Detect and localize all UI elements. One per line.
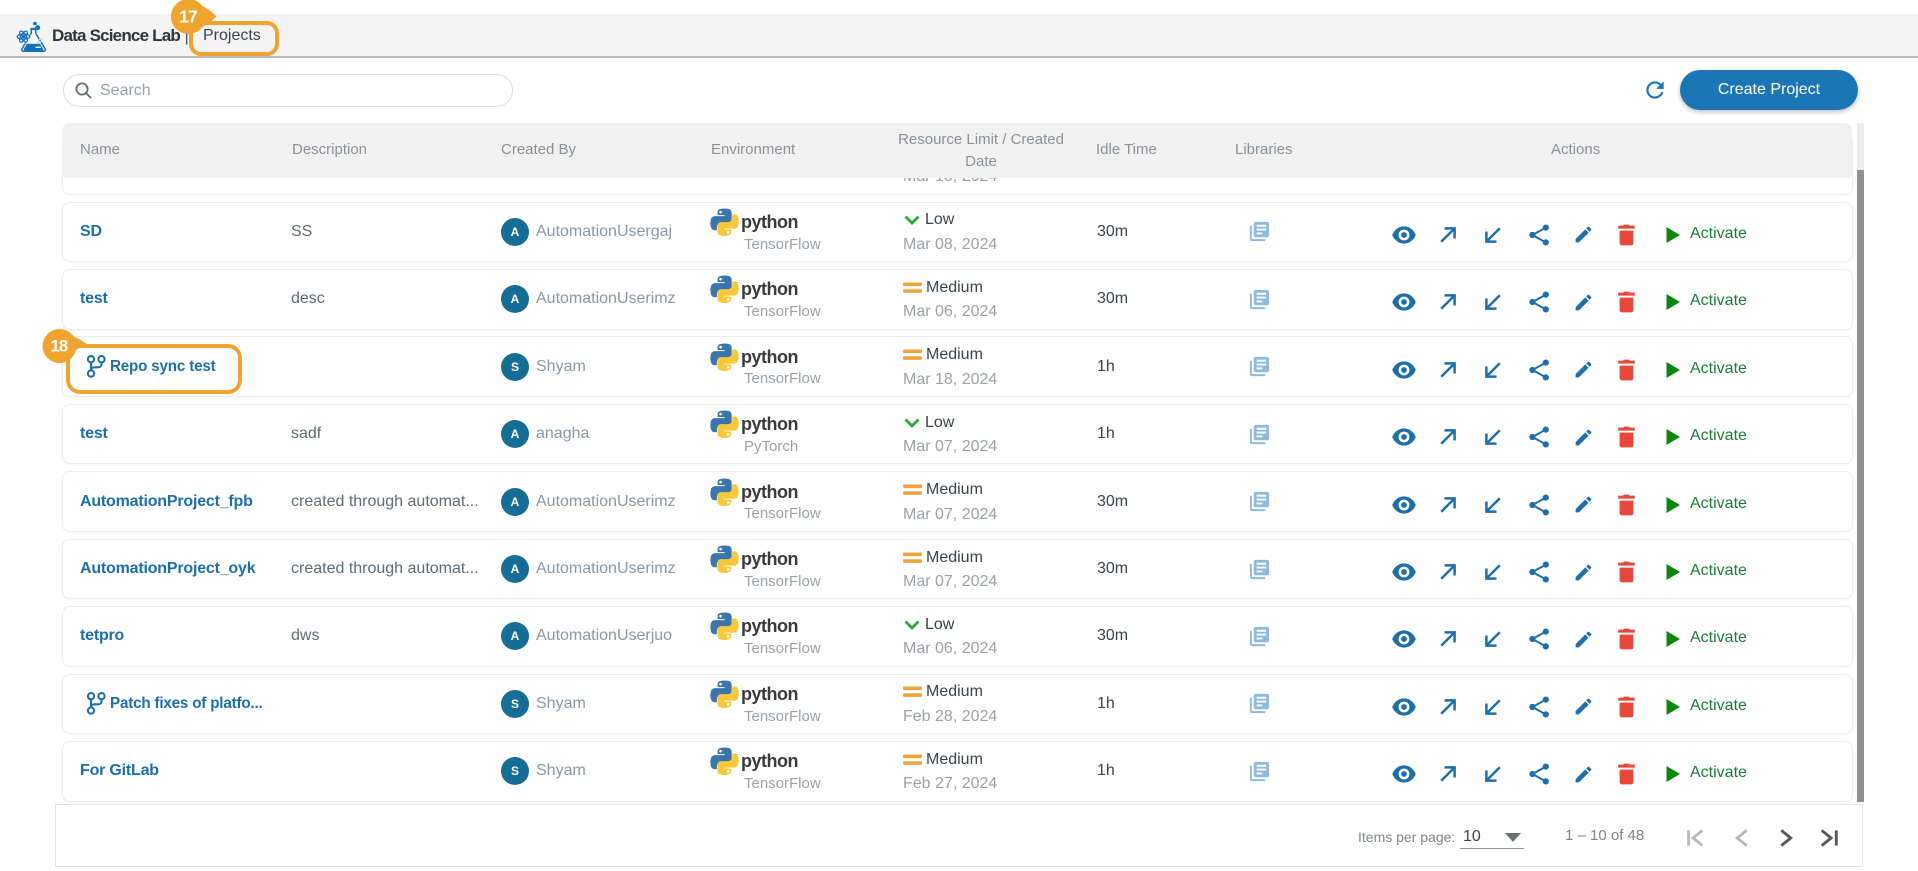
svg-text:18: 18 <box>51 338 68 356</box>
